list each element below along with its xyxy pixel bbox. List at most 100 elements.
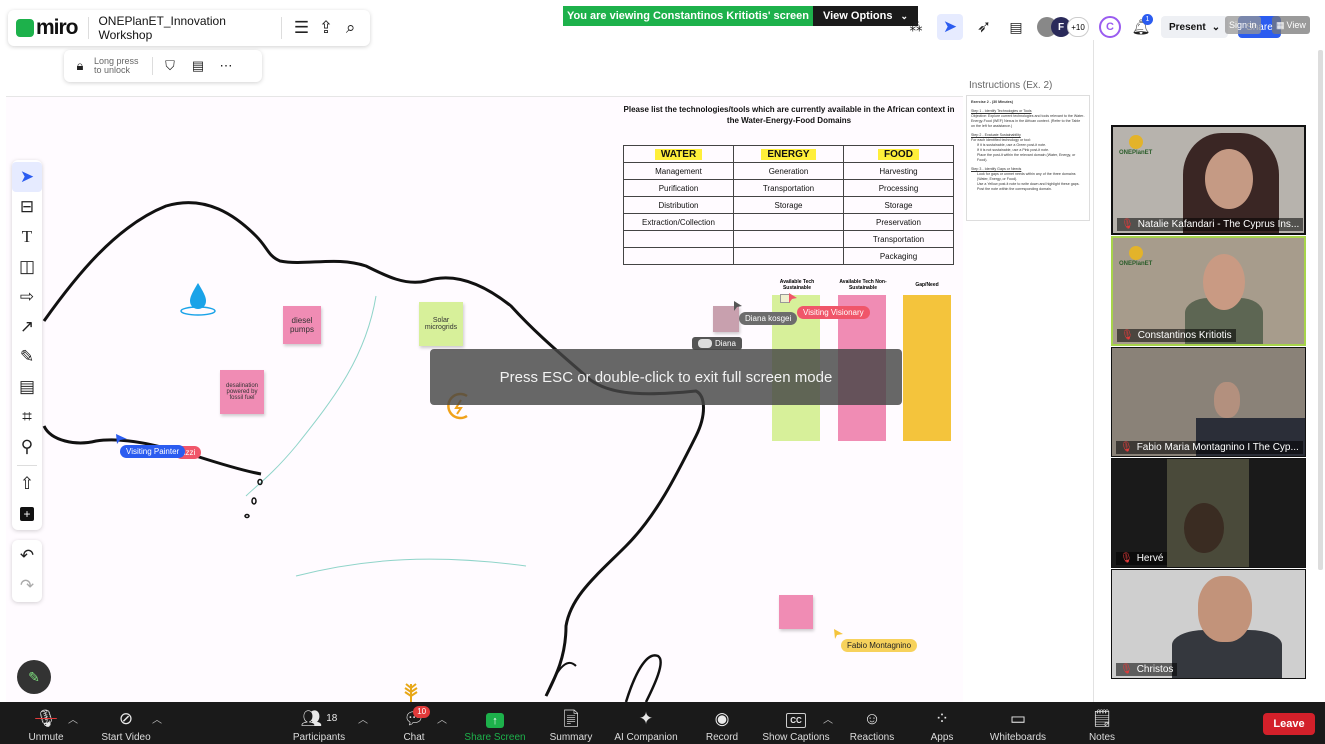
chat-button[interactable]: 💬︎ 10 Chat bbox=[398, 702, 431, 744]
lock-icon[interactable]: 🔒︎ bbox=[72, 58, 88, 74]
cursor-name: Diana bbox=[715, 339, 736, 348]
sticky-text: diesel pumps bbox=[289, 316, 314, 334]
chat-icon: 💬︎ 10 bbox=[403, 706, 431, 728]
cursor-label-fabio: Fabio Montagnino bbox=[841, 639, 918, 652]
apps-button[interactable]: ⁘ Apps bbox=[922, 702, 962, 744]
collaborator-count: +10 bbox=[1067, 17, 1089, 37]
export-icon[interactable]: ⇪ bbox=[313, 18, 340, 38]
video-tile-active-speaker[interactable]: ONEPlanET 🎙︎ Constantinos Kritiotis bbox=[1111, 236, 1306, 346]
add-icon[interactable]: + bbox=[12, 499, 42, 529]
unmute-button[interactable]: 🎙︎ Unmute bbox=[22, 702, 70, 744]
table-row: Distribution Storage Storage bbox=[623, 196, 954, 214]
miro-logo[interactable]: miro bbox=[16, 16, 79, 40]
present-button[interactable]: Present ⌄ bbox=[1161, 16, 1229, 38]
table-cell: Harvesting bbox=[843, 162, 954, 180]
collaborators[interactable]: F +10 bbox=[1037, 17, 1089, 37]
participant-name: Hervé bbox=[1136, 553, 1164, 564]
comment-icon[interactable]: ▤ bbox=[187, 58, 209, 74]
more-icon[interactable]: ⋯ bbox=[215, 58, 237, 74]
chevron-up-icon[interactable]: ︿ bbox=[152, 711, 162, 726]
chevron-up-icon[interactable]: ︿ bbox=[437, 711, 447, 726]
summary-label: Summary bbox=[549, 732, 593, 743]
apps-icon[interactable]: ⚲ bbox=[12, 432, 42, 462]
video-tile[interactable]: 🎙︎ Christos bbox=[1111, 569, 1306, 679]
participant-name: Christos bbox=[1136, 664, 1174, 675]
lock-label: Long press to unlock bbox=[94, 56, 139, 75]
sticky-diesel-pumps[interactable]: diesel pumps bbox=[283, 306, 321, 344]
shield-lock-icon[interactable]: ⛉ bbox=[159, 58, 181, 74]
instructions-title: Instructions (Ex. 2) bbox=[969, 80, 1053, 91]
search-icon[interactable]: ⌕ bbox=[339, 18, 362, 38]
sticky-solar-microgrids[interactable]: Solar microgrids bbox=[419, 302, 463, 346]
participant-name: Fabio Maria Montagnino I The Cyp... bbox=[1136, 442, 1299, 453]
pen-button[interactable]: ✎ bbox=[17, 660, 51, 694]
notes-button[interactable]: 🗒︎ Notes bbox=[1082, 702, 1122, 744]
shapes-icon[interactable]: ⇨ bbox=[12, 282, 42, 312]
lock-toolbar: 🔒︎ Long press to unlock ⛉ ▤ ⋯ bbox=[64, 50, 262, 82]
leave-label: Leave bbox=[1273, 718, 1305, 730]
table-cell: Distribution bbox=[623, 196, 734, 214]
board-title[interactable]: ONEPlanET_Innovation Workshop bbox=[98, 14, 273, 42]
video-tile[interactable]: 🎙︎ Hervé bbox=[1111, 458, 1306, 568]
comment-icon[interactable]: ▤ bbox=[12, 372, 42, 402]
undo-icon[interactable]: ↶ bbox=[12, 541, 42, 571]
mic-muted-icon: 🎙︎ bbox=[1120, 664, 1133, 675]
whiteboards-button[interactable]: ▭ Whiteboards bbox=[984, 702, 1052, 744]
start-video-button[interactable]: ⊘ Start Video bbox=[96, 702, 156, 744]
text-tool-icon[interactable]: T bbox=[12, 222, 42, 252]
view-options-button[interactable]: View Options ⌄ bbox=[813, 6, 918, 26]
video-tile[interactable]: ONEPlanET 🎙︎ Natalie Kafandari - The Cypr… bbox=[1111, 125, 1306, 235]
table-cell bbox=[733, 247, 844, 265]
scrollbar[interactable] bbox=[1318, 50, 1323, 570]
divider bbox=[281, 17, 283, 39]
column-gap-yellow[interactable] bbox=[903, 295, 951, 441]
chevron-up-icon[interactable]: ︿ bbox=[68, 711, 78, 726]
upload-icon[interactable]: ⇧ bbox=[12, 469, 42, 499]
sticky-empty-pink[interactable] bbox=[779, 595, 813, 629]
sticky-note-icon[interactable]: ◫ bbox=[12, 252, 42, 282]
chevron-up-icon[interactable]: ︿ bbox=[358, 711, 368, 726]
reactions-label: Reactions bbox=[849, 732, 895, 743]
show-captions-label: Show Captions bbox=[762, 732, 830, 743]
notifications[interactable]: 🔔︎ 1 bbox=[1131, 14, 1153, 36]
participant-name-label: 🎙︎ Constantinos Kritiotis bbox=[1117, 329, 1236, 342]
signin-button[interactable]: Sign in bbox=[1225, 16, 1261, 34]
video-tile[interactable]: 🎙︎ Fabio Maria Montagnino I The Cyp... bbox=[1111, 347, 1306, 457]
apps-label: Apps bbox=[930, 732, 954, 743]
connector-arrow-icon[interactable]: ↗ bbox=[12, 312, 42, 342]
notification-badge: 1 bbox=[1142, 14, 1153, 25]
avatar[interactable]: C bbox=[1099, 16, 1121, 38]
mic-muted-icon: 🎙︎ bbox=[1121, 330, 1134, 341]
hide-cursors-icon[interactable]: ➶ bbox=[973, 17, 995, 37]
pen-icon[interactable]: ✎ bbox=[12, 342, 42, 372]
wef-table[interactable]: WATER ENERGY FOOD Management Generation Ha… bbox=[623, 145, 954, 265]
cursor-arrow-icon bbox=[116, 434, 127, 444]
chevron-up-icon[interactable]: ︿ bbox=[823, 711, 833, 726]
ai-companion-button[interactable]: ✦ AI Companion bbox=[610, 702, 682, 744]
sticky-desalination[interactable]: desalination powered by fossil fuel bbox=[220, 370, 264, 414]
menu-icon[interactable]: ☰ bbox=[290, 18, 313, 38]
frame-template-icon[interactable]: ⊟ bbox=[12, 192, 42, 222]
participants-button[interactable]: 👥︎ 18 Participants bbox=[288, 702, 350, 744]
instructions-bullet: Place the post-it within the relevant do… bbox=[977, 153, 1076, 162]
grid-icon: ▦ bbox=[1276, 19, 1285, 30]
select-cursor-icon[interactable]: ➤ bbox=[12, 162, 42, 192]
logo-text: ONEPlanET bbox=[1119, 261, 1153, 267]
table-cell: Processing bbox=[843, 179, 954, 197]
reactions-button[interactable]: ☺ Reactions bbox=[846, 702, 898, 744]
frame-icon[interactable]: ⌗ bbox=[12, 402, 42, 432]
mic-muted-icon: 🎙︎ bbox=[1121, 219, 1134, 230]
comments-icon[interactable]: ▤ bbox=[1005, 19, 1027, 36]
summary-button[interactable]: 📄︎ Summary bbox=[545, 702, 597, 744]
record-button[interactable]: ◉ Record bbox=[700, 702, 744, 744]
reactions-icon[interactable]: ⁂ bbox=[905, 19, 927, 35]
instructions-panel[interactable]: Exercise 2 - (30 Minutes) Step 1 - Ident… bbox=[966, 95, 1090, 221]
cursor-mode-icon[interactable]: ➤ bbox=[937, 14, 963, 40]
view-layout-button[interactable]: ▦ View bbox=[1272, 16, 1310, 34]
share-screen-button[interactable]: ↑ Share Screen bbox=[462, 702, 528, 744]
instructions-heading: Exercise 2 - (30 Minutes) bbox=[971, 100, 1013, 104]
captions-icon: CC bbox=[786, 713, 806, 728]
cursor-arrow-icon bbox=[734, 301, 742, 311]
leave-button[interactable]: Leave bbox=[1263, 713, 1315, 735]
redo-icon[interactable]: ↷ bbox=[12, 571, 42, 601]
